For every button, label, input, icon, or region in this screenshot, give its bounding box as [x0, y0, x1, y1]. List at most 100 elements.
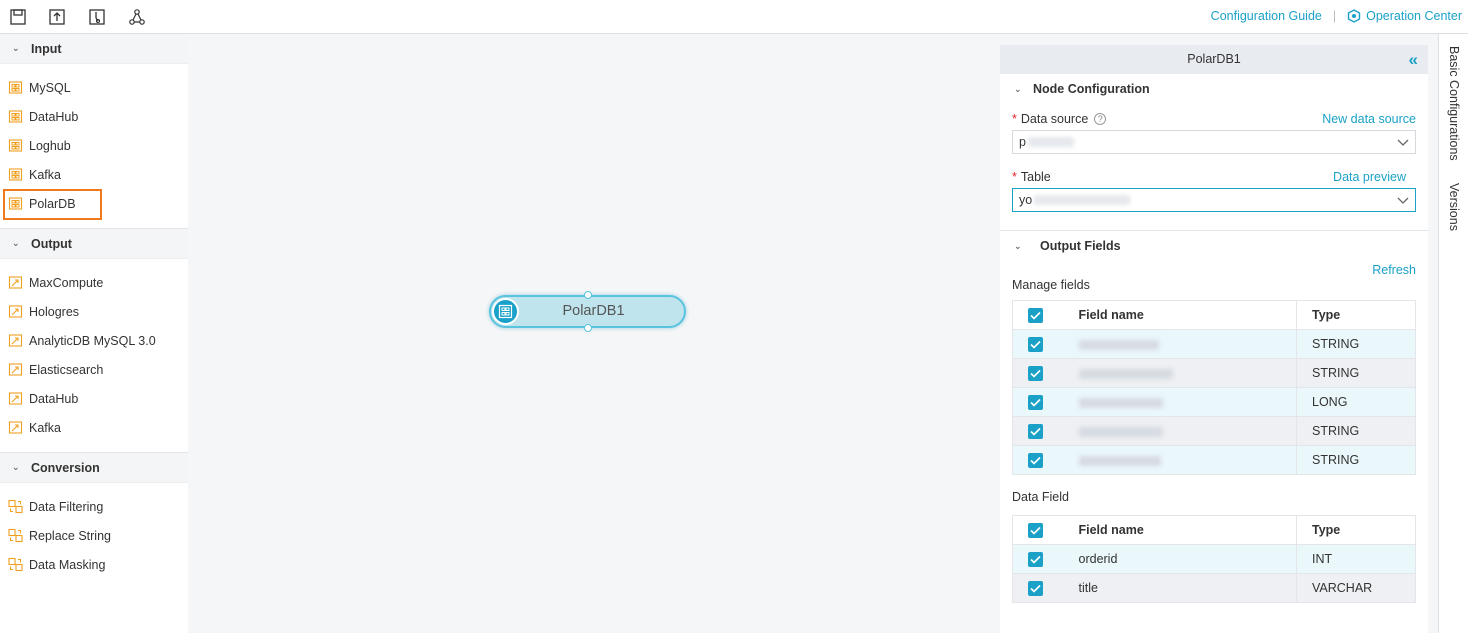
row-checkbox[interactable] — [1028, 336, 1044, 352]
data-field-table: Field name Type orderid INT title VARCHA… — [1012, 515, 1416, 603]
output-icon — [8, 333, 23, 348]
convert-icon — [8, 499, 23, 514]
sidebar-item-datahub[interactable]: DataHub — [0, 102, 188, 131]
field-type-cell: VARCHAR — [1296, 573, 1416, 603]
link-separator: | — [1332, 9, 1337, 23]
tab-basic-configurations[interactable]: Basic Configurations — [1447, 46, 1461, 161]
select-all-cell — [1012, 515, 1059, 545]
table-row: STRING — [1012, 329, 1416, 359]
field-type-cell: LONG — [1296, 387, 1416, 417]
table-label-text: Table — [1020, 170, 1051, 184]
section-header-conversion[interactable]: ⌄ Conversion — [0, 453, 188, 483]
output-icon — [8, 391, 23, 406]
node-config-panel: PolarDB1 « ⌄ Node Configuration * Data s… — [1000, 45, 1428, 633]
row-checkbox[interactable] — [1028, 394, 1044, 410]
redacted-text — [1078, 397, 1163, 408]
database-icon — [8, 138, 23, 153]
data-source-select[interactable]: p — [1012, 130, 1416, 154]
row-checkbox-cell — [1012, 358, 1059, 388]
redacted-text — [1078, 339, 1159, 350]
right-tab-strip: Basic Configurations Versions — [1438, 34, 1468, 633]
data-field-header: Data Field — [1000, 475, 1428, 515]
sidebar-item-loghub[interactable]: Loghub — [0, 131, 188, 160]
sidebar-item-mysql[interactable]: MySQL — [0, 73, 188, 102]
sidebar-item-label: Data Filtering — [29, 499, 104, 514]
convert-icon — [8, 557, 23, 572]
deploy-icon[interactable] — [88, 8, 106, 26]
table-value: yo — [1019, 193, 1033, 207]
sidebar-item-elasticsearch[interactable]: Elasticsearch — [0, 355, 188, 384]
row-checkbox[interactable] — [1028, 423, 1044, 439]
redacted-text — [1078, 426, 1163, 437]
data-source-field: * Data source ? New data source p — [1000, 108, 1428, 154]
tab-versions[interactable]: Versions — [1447, 183, 1461, 231]
graph-icon[interactable] — [128, 8, 146, 26]
field-name-cell: title — [1058, 573, 1297, 603]
redacted-text — [1027, 137, 1074, 147]
redacted-text — [1034, 195, 1131, 205]
sidebar-item-label: Data Masking — [29, 557, 106, 572]
redacted-text — [1078, 455, 1161, 466]
row-checkbox-cell — [1012, 329, 1059, 359]
table-select[interactable]: yo — [1012, 188, 1416, 212]
sidebar-item-label: Loghub — [29, 138, 71, 153]
sidebar-item-hologres[interactable]: Hologres — [0, 297, 188, 326]
submit-icon[interactable] — [48, 8, 66, 26]
sidebar-item-kafka[interactable]: Kafka — [0, 160, 188, 189]
operation-center-icon — [1347, 9, 1361, 23]
sidebar-item-datahub-output[interactable]: DataHub — [0, 384, 188, 413]
output-list: MaxCompute Hologres AnalyticDB MySQL 3.0… — [0, 259, 188, 453]
section-title: Node Configuration — [1033, 82, 1150, 96]
table-row: title VARCHAR — [1012, 573, 1416, 603]
node-input-port[interactable] — [584, 291, 592, 299]
field-name-cell: orderid — [1058, 544, 1297, 574]
node-output-port[interactable] — [584, 324, 592, 332]
data-source-value: p — [1019, 135, 1026, 149]
operation-center-link[interactable]: Operation Center — [1366, 9, 1462, 23]
sidebar-item-data-filtering[interactable]: Data Filtering — [0, 492, 188, 521]
sidebar-item-kafka-output[interactable]: Kafka — [0, 413, 188, 442]
help-icon[interactable]: ? — [1094, 113, 1107, 125]
chevron-down-icon — [1397, 195, 1409, 205]
column-header-type: Type — [1296, 300, 1416, 330]
new-data-source-link[interactable]: New data source — [1322, 112, 1416, 126]
sidebar-item-analyticdb[interactable]: AnalyticDB MySQL 3.0 — [0, 326, 188, 355]
section-header-node-configuration[interactable]: ⌄ Node Configuration — [1000, 74, 1428, 104]
table-row: STRING — [1012, 416, 1416, 446]
section-header-output-fields[interactable]: ⌄ Output Fields — [1000, 231, 1428, 261]
sidebar-item-data-masking[interactable]: Data Masking — [0, 550, 188, 579]
data-source-label-text: Data source — [1020, 112, 1089, 126]
row-checkbox-cell — [1012, 416, 1059, 446]
column-header-field-name: Field name — [1058, 300, 1297, 330]
flow-canvas[interactable]: PolarDB1 — [188, 34, 1000, 633]
section-header-input[interactable]: ⌄ Input — [0, 34, 188, 64]
row-checkbox[interactable] — [1028, 551, 1044, 567]
conversion-list: Data Filtering Replace String Data Maski… — [0, 483, 188, 589]
output-icon — [8, 420, 23, 435]
output-icon — [8, 275, 23, 290]
field-type-cell: STRING — [1296, 358, 1416, 388]
configuration-guide-link[interactable]: Configuration Guide — [1211, 9, 1322, 23]
sidebar-item-replace-string[interactable]: Replace String — [0, 521, 188, 550]
column-header-field-name: Field name — [1058, 515, 1297, 545]
field-name-cell — [1058, 329, 1297, 359]
save-icon[interactable] — [9, 8, 27, 26]
chevron-down-icon: ⌄ — [12, 43, 20, 53]
double-chevron-right-icon[interactable]: « — [1409, 45, 1418, 74]
refresh-link[interactable]: Refresh — [1372, 263, 1416, 277]
table-field: * Table Data preview yo — [1000, 166, 1428, 212]
row-checkbox[interactable] — [1028, 580, 1044, 596]
row-checkbox[interactable] — [1028, 452, 1044, 468]
section-title: Output Fields — [1040, 239, 1121, 253]
sidebar-item-maxcompute[interactable]: MaxCompute — [0, 268, 188, 297]
section-header-output[interactable]: ⌄ Output — [0, 229, 188, 259]
table-row: STRING — [1012, 358, 1416, 388]
row-checkbox[interactable] — [1028, 365, 1044, 381]
data-preview-link[interactable]: Data preview — [1333, 170, 1406, 184]
polardb-node[interactable]: PolarDB1 — [489, 291, 686, 332]
sidebar-item-polardb[interactable]: PolarDB — [0, 189, 188, 220]
select-all-checkbox[interactable] — [1028, 522, 1044, 538]
database-icon — [8, 109, 23, 124]
convert-icon — [8, 528, 23, 543]
select-all-checkbox[interactable] — [1028, 307, 1044, 323]
